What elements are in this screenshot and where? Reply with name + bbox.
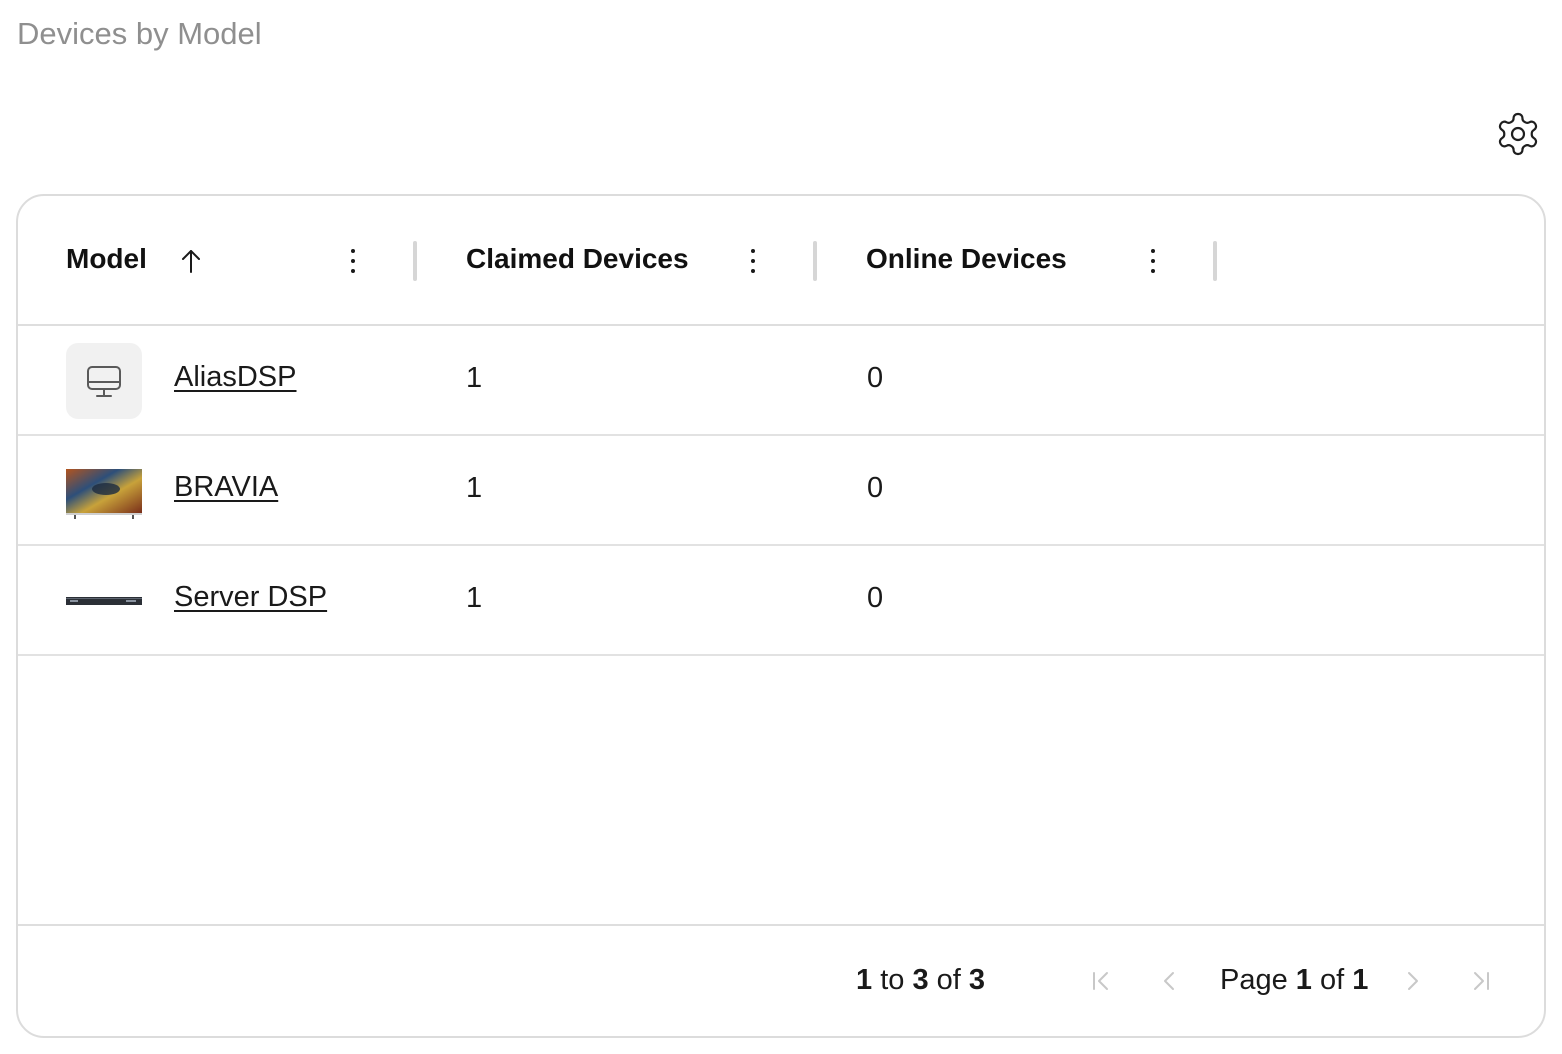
column-header-model[interactable]: Model <box>18 196 418 326</box>
device-thumbnail <box>66 343 142 419</box>
column-label: Online Devices <box>866 243 1067 274</box>
previous-page-icon[interactable] <box>1156 966 1182 996</box>
claimed-count: 1 <box>466 582 483 614</box>
model-link[interactable]: BRAVIA <box>174 471 278 504</box>
column-resize-handle[interactable] <box>413 241 417 281</box>
table-header: Model Claimed Devices Online Devices <box>18 196 1544 326</box>
arrow-up-icon[interactable] <box>178 246 204 276</box>
column-header-claimed-devices[interactable]: Claimed Devices <box>418 196 818 326</box>
table-row: BRAVIA 1 0 <box>18 436 1544 546</box>
online-count: 0 <box>867 472 884 504</box>
model-link[interactable]: Server DSP <box>174 581 327 614</box>
table-row: Server DSP 1 0 <box>18 546 1544 656</box>
online-count: 0 <box>867 362 884 394</box>
column-resize-handle[interactable] <box>813 241 817 281</box>
page-indicator: Page 1 of 1 <box>1220 964 1369 996</box>
device-thumbnail <box>66 563 142 639</box>
claimed-count: 1 <box>466 362 483 394</box>
rack-server-image <box>66 597 142 605</box>
settings-button[interactable] <box>1494 110 1542 158</box>
column-label: Claimed Devices <box>466 243 689 274</box>
monitor-icon <box>87 366 121 397</box>
vertical-dots-icon[interactable] <box>1144 246 1162 276</box>
online-count: 0 <box>867 582 884 614</box>
vertical-dots-icon[interactable] <box>344 246 362 276</box>
table-row: AliasDSP 1 0 <box>18 326 1544 436</box>
last-page-icon[interactable] <box>1468 966 1494 996</box>
device-thumbnail <box>66 453 142 529</box>
gear-icon <box>1498 112 1538 156</box>
column-resize-handle[interactable] <box>1213 241 1217 281</box>
first-page-icon[interactable] <box>1088 966 1114 996</box>
column-label: Model <box>66 243 147 274</box>
column-header-online-devices[interactable]: Online Devices <box>818 196 1218 326</box>
next-page-icon[interactable] <box>1400 966 1426 996</box>
vertical-dots-icon[interactable] <box>744 246 762 276</box>
pagination-bar: 1 to 3 of 3 Page 1 of 1 <box>18 924 1544 1036</box>
claimed-count: 1 <box>466 472 483 504</box>
model-link[interactable]: AliasDSP <box>174 361 297 394</box>
devices-table: Model Claimed Devices Online Devices Ali… <box>16 194 1546 1038</box>
page-title: Devices by Model <box>17 16 262 51</box>
tv-image <box>66 469 142 519</box>
row-range-summary: 1 to 3 of 3 <box>856 964 986 996</box>
